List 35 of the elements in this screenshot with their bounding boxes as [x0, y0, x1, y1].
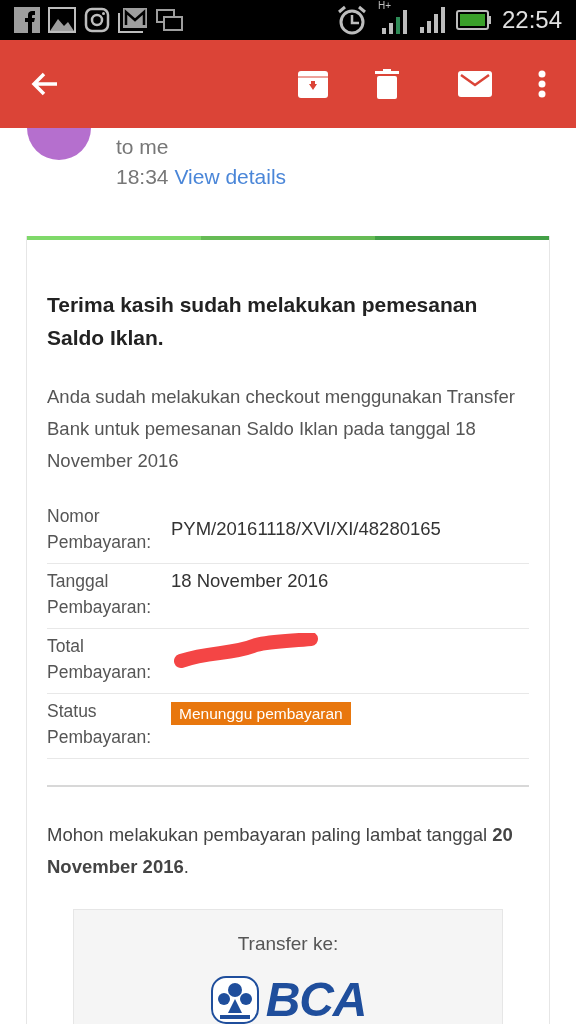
field-value: PYM/20161118/XVI/XI/48280165 [171, 518, 441, 539]
archive-icon [298, 69, 328, 99]
mail-button[interactable] [458, 71, 492, 97]
mail-icon [118, 7, 148, 33]
signal-icon [381, 10, 408, 34]
battery-icon [455, 10, 492, 30]
intro-text: Anda sudah melakukan checkout menggunakan Transfer Bank untuk pemesanan Saldo Iklan pada tanggal 18 November 2016 [47, 385, 516, 473]
bank-logo-text: BCA [265, 975, 367, 1024]
transfer-label: Transfer ke: [237, 932, 339, 956]
field-label: Nomor Pembayaran: [47, 505, 153, 554]
more-button[interactable] [538, 70, 546, 98]
view-details-link[interactable]: View details [174, 165, 287, 188]
alarm-icon [335, 4, 368, 36]
trash-icon [375, 69, 399, 99]
network-type: H+ [377, 1, 391, 11]
deadline-text: Mohon melakukan pembayaran paling lambat tanggal 20 November 2016. [47, 823, 514, 879]
field-label: Total Pembayaran: [47, 635, 153, 684]
image-icon [48, 7, 76, 33]
status-badge: Menunggu pembayaran [171, 702, 351, 725]
facebook-icon [14, 7, 40, 33]
mail-icon [458, 71, 492, 97]
recipient-text: to me [116, 134, 170, 160]
field-label: Tanggal Pembayaran: [47, 570, 153, 619]
more-icon [538, 70, 546, 98]
field-value: 18 November 2016 [171, 570, 329, 591]
windows-icon [156, 8, 184, 32]
signal-icon [419, 7, 446, 33]
email-time: 18:34 [116, 165, 169, 188]
field-label: Status Pembayaran: [47, 700, 153, 749]
email-title: Terima kasih sudah melakukan pemesanan Saldo Iklan. [47, 292, 479, 351]
status-time: 22:54 [501, 5, 562, 35]
back-icon [31, 71, 59, 97]
archive-button[interactable] [298, 69, 328, 99]
delete-button[interactable] [375, 69, 399, 99]
camera-icon [84, 7, 110, 33]
